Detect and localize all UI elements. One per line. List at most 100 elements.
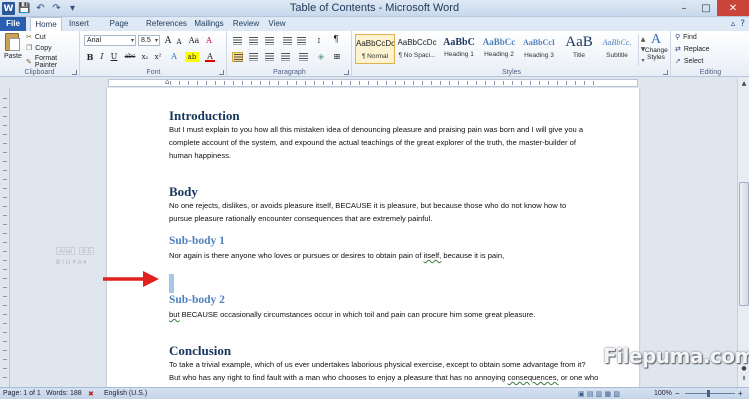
shrink-font-button[interactable]: A: [174, 37, 184, 47]
mini-size-box[interactable]: 8.5: [79, 246, 95, 255]
minimize-button[interactable]: –: [673, 0, 695, 16]
vertical-scrollbar[interactable]: ▲ ⇞ ● ⇟: [737, 78, 749, 387]
indent-marker-icon[interactable]: ⌂: [165, 78, 169, 86]
style-subtitle[interactable]: AaBbCc. Subtitle: [597, 34, 637, 64]
paragraph-dialog-launcher[interactable]: [344, 70, 349, 75]
style-title[interactable]: AaB Title: [559, 34, 599, 64]
style-no-spacing[interactable]: AaBbCcDc ¶ No Spaci...: [397, 34, 437, 64]
heading-introduction[interactable]: Introduction: [169, 108, 240, 124]
maximize-button[interactable]: □: [695, 0, 717, 16]
show-hide-button[interactable]: ¶: [331, 35, 341, 45]
find-button[interactable]: ⚲ Find: [675, 33, 697, 41]
shading-icon[interactable]: ◈: [316, 52, 326, 62]
tab-insert[interactable]: Insert: [66, 17, 92, 31]
mini-toolbar[interactable]: Arial 8.5 B I U ≡ A ▾: [56, 245, 164, 269]
superscript-button[interactable]: x²: [153, 52, 163, 62]
cut-button[interactable]: ✂ Cut: [26, 33, 46, 41]
sort-icon[interactable]: ↕: [314, 36, 324, 46]
paragraph-sub-body-1[interactable]: Nor again is there anyone who loves or p…: [169, 249, 589, 262]
heading-conclusion[interactable]: Conclusion: [169, 343, 231, 359]
decrease-indent-icon[interactable]: [282, 36, 293, 46]
style-heading-1[interactable]: AaBbC Heading 1: [439, 34, 479, 64]
align-center-lines: [249, 53, 258, 61]
horizontal-ruler[interactable]: ⌂: [0, 78, 749, 88]
align-left-icon[interactable]: [232, 52, 243, 62]
clipboard-group-label: Clipboard: [24, 69, 55, 76]
tab-mailings[interactable]: Mailings: [192, 17, 226, 31]
strikethrough-button[interactable]: abc: [123, 52, 137, 62]
zoom-slider-thumb[interactable]: [707, 390, 710, 397]
minimize-ribbon-icon[interactable]: ▵: [731, 19, 736, 29]
italic-button[interactable]: I: [97, 52, 107, 62]
tab-review[interactable]: Review: [232, 17, 260, 31]
zoom-slider[interactable]: [685, 393, 735, 394]
mini-font-box[interactable]: Arial: [56, 246, 76, 255]
tab-page-layout[interactable]: Page Layout: [98, 17, 140, 42]
word-count[interactable]: Words: 188: [46, 389, 82, 399]
tab-view[interactable]: View: [266, 17, 288, 31]
tab-references[interactable]: References: [146, 17, 187, 31]
grow-font-button[interactable]: A: [163, 36, 173, 46]
numbering-icon[interactable]: [248, 36, 259, 46]
underline-button[interactable]: U: [109, 52, 119, 62]
tab-file[interactable]: File: [0, 17, 26, 31]
paste-button[interactable]: Paste: [4, 53, 22, 60]
document-page[interactable]: Introduction But I must explain to you h…: [107, 88, 639, 387]
align-right-icon[interactable]: [264, 52, 275, 62]
font-color-button[interactable]: A: [205, 52, 215, 62]
spelling-error-text[interactable]: itself,: [424, 251, 442, 260]
paragraph-body[interactable]: No one rejects, dislikes, or avoids plea…: [169, 199, 589, 225]
font-size-box[interactable]: 8.5 ▾: [138, 35, 160, 46]
style-heading-2[interactable]: AaBbCc Heading 2: [479, 34, 519, 64]
change-case-button[interactable]: Aa: [187, 36, 201, 46]
multilevel-list-icon[interactable]: [264, 36, 275, 46]
scroll-thumb[interactable]: [739, 182, 749, 306]
spelling-error-text[interactable]: consequences,: [508, 373, 559, 382]
next-page-icon[interactable]: ⇟: [739, 374, 749, 384]
style-normal[interactable]: AaBbCcDc ¶ Normal: [355, 34, 395, 64]
heading-sub-body-2[interactable]: Sub-body 2: [169, 294, 225, 306]
font-name-box[interactable]: Arial ▾: [84, 35, 136, 46]
styles-dialog-launcher[interactable]: [663, 70, 668, 75]
select-button[interactable]: ➚ Select: [675, 57, 703, 65]
clear-formatting-button[interactable]: A: [204, 36, 214, 46]
zoom-level[interactable]: 100%: [654, 389, 672, 399]
mini-format-buttons[interactable]: B I U ≡ A ▾: [56, 258, 87, 266]
text-effects-button[interactable]: A: [169, 52, 179, 62]
style-heading-3[interactable]: AaBbCcI Heading 3: [519, 34, 559, 64]
text-run: BECAUSE occasionally circumstances occur…: [179, 310, 536, 319]
paste-icon[interactable]: [5, 33, 20, 51]
zoom-in-icon[interactable]: +: [738, 389, 743, 399]
language-indicator[interactable]: English (U.S.): [104, 389, 147, 399]
clipboard-dialog-launcher[interactable]: [72, 70, 77, 75]
paragraph-sub-body-2[interactable]: but BECAUSE occasionally circumstances o…: [169, 308, 589, 321]
line-spacing-icon[interactable]: [298, 52, 309, 62]
vertical-ruler[interactable]: [0, 88, 10, 387]
proofing-error-icon[interactable]: ✖: [88, 389, 94, 399]
replace-button[interactable]: ⇄ Replace: [675, 45, 710, 53]
paragraph-conclusion[interactable]: To take a trivial example, which of us e…: [169, 358, 599, 387]
change-styles-button[interactable]: A Change Styles: [645, 33, 668, 62]
bold-button[interactable]: B: [85, 52, 95, 62]
tab-home[interactable]: Home: [30, 17, 62, 31]
zoom-out-icon[interactable]: −: [675, 389, 680, 399]
borders-icon[interactable]: ⊞: [332, 52, 342, 62]
copy-button[interactable]: ❐ Copy: [26, 44, 52, 52]
page-count[interactable]: Page: 1 of 1: [3, 389, 41, 399]
font-dialog-launcher[interactable]: [219, 70, 224, 75]
view-buttons-icon[interactable]: ▣ ▤ ▥ ▦ ▧: [578, 389, 620, 399]
help-icon[interactable]: ?: [740, 19, 745, 29]
subscript-button[interactable]: x₂: [140, 52, 150, 62]
scroll-up-icon[interactable]: ▲: [739, 79, 749, 89]
heading-body[interactable]: Body: [169, 184, 198, 200]
justify-icon[interactable]: [280, 52, 291, 62]
close-button[interactable]: ✕: [717, 0, 749, 16]
increase-indent-icon[interactable]: [296, 36, 307, 46]
highlight-button[interactable]: ab: [185, 52, 199, 62]
align-center-icon[interactable]: [248, 52, 259, 62]
bullets-icon[interactable]: [232, 36, 243, 46]
format-painter-button[interactable]: ✎ Format Painter: [26, 55, 79, 69]
heading-sub-body-1[interactable]: Sub-body 1: [169, 235, 225, 247]
paragraph-introduction[interactable]: But I must explain to you how all this m…: [169, 123, 589, 162]
spelling-error-text[interactable]: but: [169, 310, 180, 319]
